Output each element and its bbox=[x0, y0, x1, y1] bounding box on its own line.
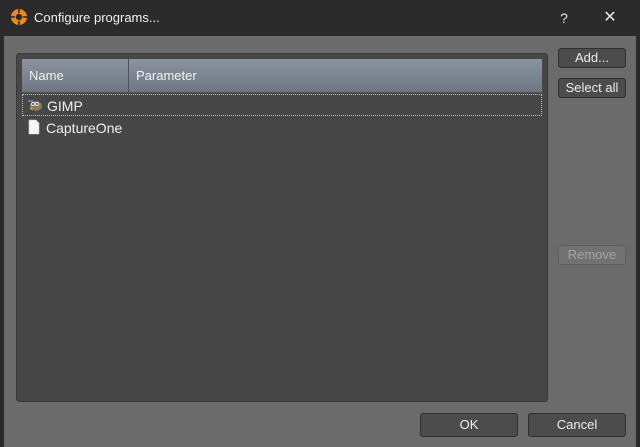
list-item-name: CaptureOne bbox=[46, 120, 123, 136]
dialog-body: Name Parameter GIMP CaptureOne Add... Se… bbox=[4, 36, 636, 447]
window-title: Configure programs... bbox=[34, 10, 160, 25]
column-header-parameter[interactable]: Parameter bbox=[129, 59, 542, 92]
program-list[interactable]: Name Parameter GIMP CaptureOne bbox=[22, 59, 542, 396]
title-bar: Configure programs... ? ✕ bbox=[0, 0, 640, 36]
close-button[interactable]: ✕ bbox=[598, 6, 622, 30]
window-border-right bbox=[636, 36, 640, 447]
help-button[interactable]: ? bbox=[554, 6, 574, 30]
list-item[interactable]: GIMP bbox=[22, 94, 542, 116]
app-logo-icon bbox=[11, 9, 27, 25]
list-item[interactable]: CaptureOne bbox=[22, 117, 542, 139]
program-list-panel: Name Parameter GIMP CaptureOne bbox=[16, 53, 548, 402]
cancel-button[interactable]: Cancel bbox=[528, 413, 626, 437]
list-header: Name Parameter bbox=[22, 59, 542, 93]
remove-button[interactable]: Remove bbox=[558, 245, 626, 265]
list-item-name: GIMP bbox=[47, 98, 83, 114]
column-header-name-label: Name bbox=[29, 68, 64, 83]
column-header-parameter-label: Parameter bbox=[136, 68, 197, 83]
add-button[interactable]: Add... bbox=[558, 48, 626, 68]
select-all-button[interactable]: Select all bbox=[558, 78, 626, 98]
document-icon bbox=[28, 119, 40, 135]
gimp-icon bbox=[28, 100, 42, 111]
ok-button[interactable]: OK bbox=[420, 413, 518, 437]
column-header-name[interactable]: Name bbox=[22, 59, 129, 92]
